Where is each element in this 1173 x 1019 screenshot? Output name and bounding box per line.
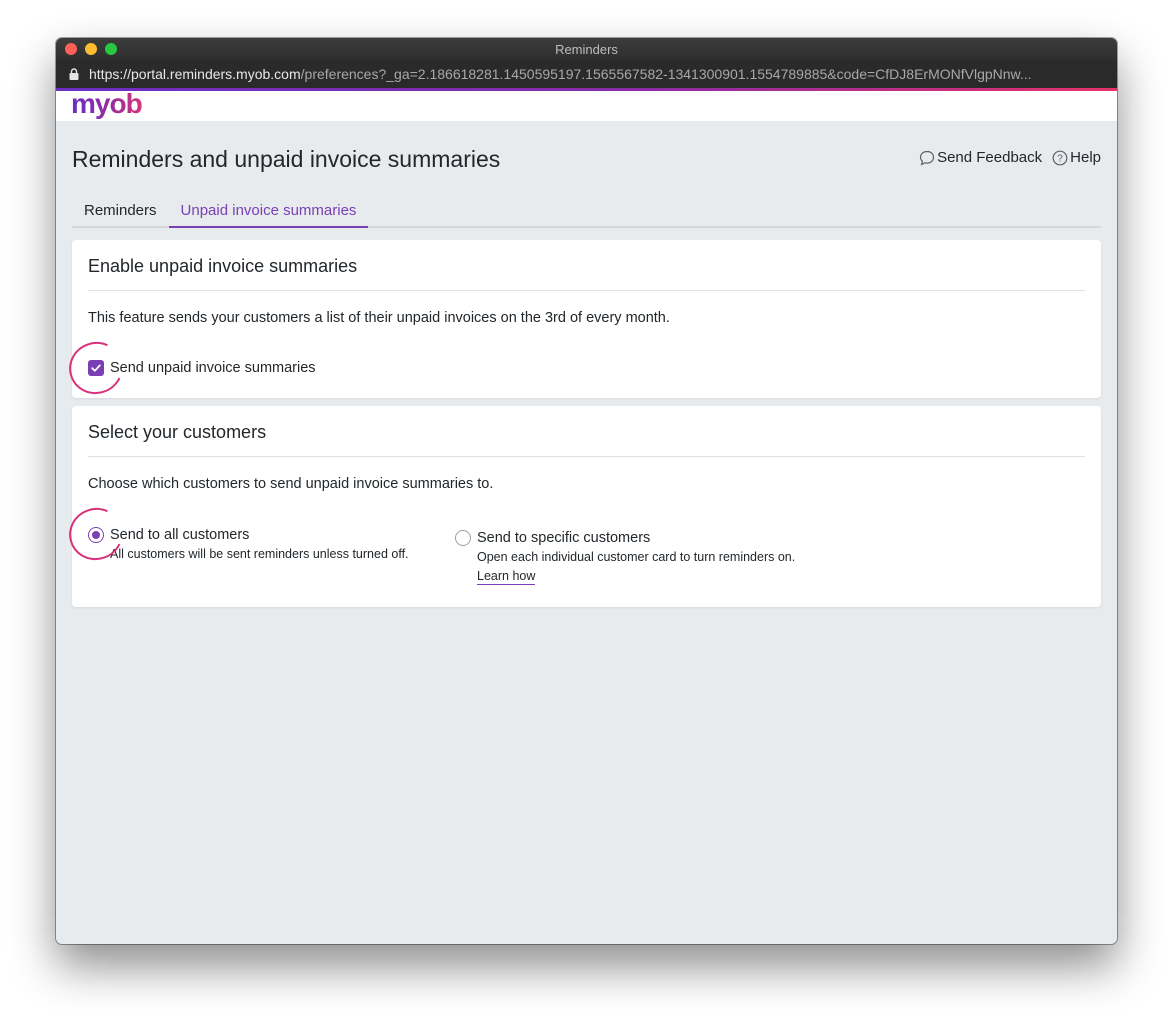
send-summaries-checkbox[interactable]: [88, 360, 104, 376]
customers-card-title: Select your customers: [88, 422, 267, 442]
header-actions: Send Feedback ? Help: [919, 149, 1101, 166]
specific-customers-label: Send to specific customers: [477, 530, 651, 546]
enable-card-description: This feature sends your customers a list…: [88, 310, 670, 326]
send-feedback-link[interactable]: Send Feedback: [919, 149, 1042, 166]
send-summaries-label: Send unpaid invoice summaries: [110, 360, 316, 376]
all-customers-help: All customers will be sent reminders unl…: [110, 547, 409, 561]
all-customers-label: Send to all customers: [110, 527, 250, 543]
window-title: Reminders: [555, 41, 618, 57]
all-customers-radio[interactable]: [88, 527, 104, 543]
minimize-window-button[interactable]: [85, 43, 97, 55]
page-title: Reminders and unpaid invoice summaries: [72, 146, 501, 172]
app-header: myob: [56, 88, 1117, 122]
specific-customers-option[interactable]: Send to specific customers Open each ind…: [455, 529, 795, 585]
logo-text: myob: [71, 88, 142, 119]
lock-icon: [69, 68, 79, 80]
help-link[interactable]: ? Help: [1052, 149, 1101, 166]
tab-bar: Reminders Unpaid invoice summaries: [72, 196, 1101, 228]
card-divider: [88, 290, 1085, 291]
close-window-button[interactable]: [65, 43, 77, 55]
specific-customers-radio[interactable]: [455, 530, 471, 546]
question-circle-icon: ?: [1052, 150, 1068, 165]
card-divider: [88, 456, 1085, 457]
help-label: Help: [1070, 149, 1101, 166]
address-bar[interactable]: https://portal.reminders.myob.com/prefer…: [56, 60, 1117, 88]
traffic-lights: [65, 43, 117, 55]
maximize-window-button[interactable]: [105, 43, 117, 55]
send-feedback-label: Send Feedback: [937, 149, 1043, 166]
enable-card-title: Enable unpaid invoice summaries: [88, 256, 358, 276]
browser-window: Reminders https://portal.reminders.myob.…: [56, 38, 1117, 944]
specific-customers-help: Open each individual customer card to tu…: [477, 550, 796, 564]
speech-bubble-icon: [919, 150, 935, 166]
window-titlebar: Reminders: [56, 38, 1117, 60]
customers-card-description: Choose which customers to send unpaid in…: [88, 476, 494, 492]
all-customers-option[interactable]: Send to all customers All customers will…: [88, 526, 409, 563]
checkmark-icon: [91, 364, 101, 372]
myob-logo[interactable]: myob: [71, 88, 147, 122]
learn-how-link[interactable]: Learn how: [477, 569, 536, 585]
svg-text:?: ?: [1057, 153, 1063, 164]
enable-summaries-card: Enable unpaid invoice summaries This fea…: [72, 240, 1101, 398]
url-path: /preferences?_ga=2.186618281.1450595197.…: [300, 66, 1032, 82]
tab-unpaid-invoice-summaries[interactable]: Unpaid invoice summaries: [168, 196, 369, 228]
select-customers-card: Select your customers Choose which custo…: [72, 406, 1101, 607]
tab-reminders[interactable]: Reminders: [72, 196, 169, 226]
url-host: https://portal.reminders.myob.com: [89, 66, 301, 82]
send-summaries-option[interactable]: Send unpaid invoice summaries: [88, 360, 316, 376]
